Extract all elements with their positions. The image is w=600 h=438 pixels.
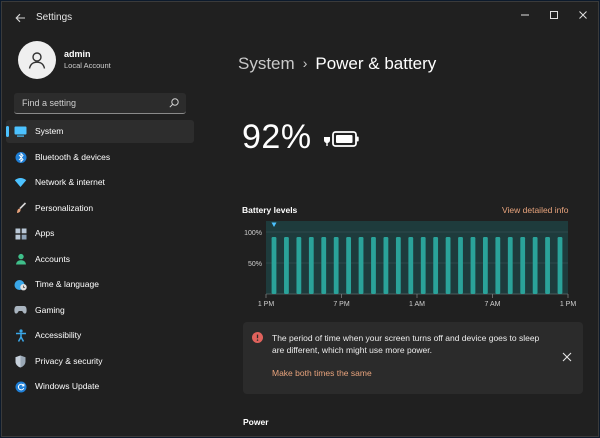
- chart-bar: [346, 236, 352, 294]
- bluetooth-icon: [14, 151, 27, 164]
- user-name: admin: [64, 49, 91, 59]
- update-icon: [14, 380, 27, 393]
- sidebar-item-label: System: [35, 126, 64, 136]
- shield-icon: [14, 355, 27, 368]
- chart-bar: [271, 236, 277, 294]
- search-icon[interactable]: [168, 97, 180, 109]
- user-icon: [28, 52, 46, 69]
- chart-bar: [507, 236, 513, 294]
- sidebar-item-apps[interactable]: Apps: [6, 222, 194, 245]
- apps-icon: [14, 227, 27, 240]
- notice-message: The period of time when your screen turn…: [272, 333, 540, 355]
- sidebar-item-gaming[interactable]: Gaming: [6, 299, 194, 322]
- chart-x-tick-label: 7 PM: [333, 301, 350, 308]
- sidebar-item-accounts[interactable]: Accounts: [6, 248, 194, 271]
- back-button[interactable]: [11, 9, 29, 27]
- breadcrumb: System › Power & battery: [238, 54, 436, 74]
- chart-bar: [333, 236, 339, 294]
- view-detailed-info-link[interactable]: View detailed info: [502, 205, 568, 215]
- sleep-mismatch-notice: The period of time when your screen turn…: [243, 322, 583, 394]
- sidebar-item-label: Personalization: [35, 202, 94, 213]
- chart-x-tick-label: 1 PM: [258, 301, 275, 308]
- chart-bar: [545, 236, 550, 294]
- brush-icon: [14, 202, 27, 215]
- chart-bar: [371, 236, 376, 294]
- battery-levels-chart: 100% 50% 1 PM 7 PM 1 AM 7 AM 1 PM: [244, 221, 577, 308]
- avatar: [18, 41, 56, 79]
- chart-bar: [358, 236, 364, 294]
- chart-bar: [420, 236, 426, 294]
- chart-bar: [520, 236, 526, 294]
- sidebar-nav: System Bluetooth & devices Network & int…: [6, 120, 194, 401]
- chart-bar: [470, 236, 476, 294]
- sidebar-item-label: Time & language: [35, 279, 99, 289]
- settings-window: Settings admin Local Account Find a sett…: [1, 1, 599, 437]
- minimize-icon: [521, 14, 529, 16]
- chart-bar: [383, 236, 389, 294]
- wifi-icon: [14, 176, 27, 189]
- chart-bar: [395, 236, 401, 294]
- power-section-heading: Power: [243, 417, 269, 427]
- sidebar-item-time-language[interactable]: Time & language: [6, 273, 194, 296]
- sidebar-item-windows-update[interactable]: Windows Update: [6, 375, 194, 398]
- battery-charging-icon: [324, 131, 359, 147]
- breadcrumb-system[interactable]: System: [238, 54, 295, 73]
- sidebar-item-bluetooth[interactable]: Bluetooth & devices: [6, 146, 194, 169]
- sidebar-item-network[interactable]: Network & internet: [6, 171, 194, 194]
- back-arrow-icon: [14, 13, 25, 23]
- battery-levels-title: Battery levels: [242, 205, 298, 215]
- chart-bar: [321, 236, 327, 294]
- make-both-times-same-link[interactable]: Make both times the same: [272, 368, 372, 378]
- globe-clock-icon: [14, 278, 27, 291]
- sidebar-item-label: Apps: [35, 228, 55, 238]
- maximize-button[interactable]: [539, 2, 569, 28]
- chart-bar: [308, 236, 314, 294]
- sidebar-item-label: Bluetooth & devices: [35, 151, 111, 162]
- minimize-button[interactable]: [510, 2, 540, 28]
- chart-bar: [495, 236, 501, 294]
- chart-bar: [296, 236, 302, 294]
- sidebar-item-label: Accessibility: [35, 330, 82, 340]
- page-title: Power & battery: [315, 54, 437, 73]
- account-type: Local Account: [64, 61, 111, 70]
- battery-percent: 92%: [242, 118, 312, 156]
- gamepad-icon: [14, 304, 27, 317]
- search-input[interactable]: Find a setting: [22, 98, 76, 108]
- sidebar-item-label: Network & internet: [35, 177, 105, 187]
- chart-x-tick-label: 1 PM: [560, 301, 577, 308]
- title-bar: Settings: [2, 2, 598, 34]
- sidebar-item-label: Windows Update: [35, 381, 100, 391]
- accounts-icon: [14, 253, 27, 266]
- search-box[interactable]: Find a setting: [14, 93, 186, 114]
- system-icon: [14, 125, 27, 138]
- chart-y-tick-label: 100%: [244, 230, 262, 237]
- close-icon: [579, 11, 587, 19]
- chart-bar: [557, 236, 563, 294]
- close-button[interactable]: [568, 2, 598, 28]
- chart-bar: [433, 236, 439, 294]
- chart-bar: [532, 236, 538, 294]
- dismiss-close-icon[interactable]: [561, 351, 573, 363]
- chart-bar: [284, 236, 289, 294]
- breadcrumb-separator: ›: [302, 55, 308, 71]
- chart-y-tick-label: 50%: [248, 261, 262, 268]
- maximize-icon: [550, 11, 558, 19]
- chart-x-tick-label: 7 AM: [485, 301, 501, 308]
- error-icon: [252, 332, 263, 343]
- sidebar-item-label: Gaming: [35, 304, 65, 315]
- sidebar-item-label: Accounts: [35, 253, 70, 264]
- accessibility-icon: [14, 329, 27, 342]
- sidebar-item-personalization[interactable]: Personalization: [6, 197, 194, 220]
- chart-bar: [482, 236, 488, 294]
- app-title: Settings: [36, 12, 73, 23]
- sidebar-item-system[interactable]: System: [6, 120, 194, 143]
- sidebar-item-accessibility[interactable]: Accessibility: [6, 324, 194, 347]
- chart-bar: [408, 236, 414, 294]
- sidebar-item-privacy-security[interactable]: Privacy & security: [6, 350, 194, 373]
- chart-bar: [458, 236, 463, 294]
- sidebar-item-label: Privacy & security: [35, 355, 103, 366]
- chart-x-tick-label: 1 AM: [409, 301, 425, 308]
- chart-bar: [445, 236, 451, 294]
